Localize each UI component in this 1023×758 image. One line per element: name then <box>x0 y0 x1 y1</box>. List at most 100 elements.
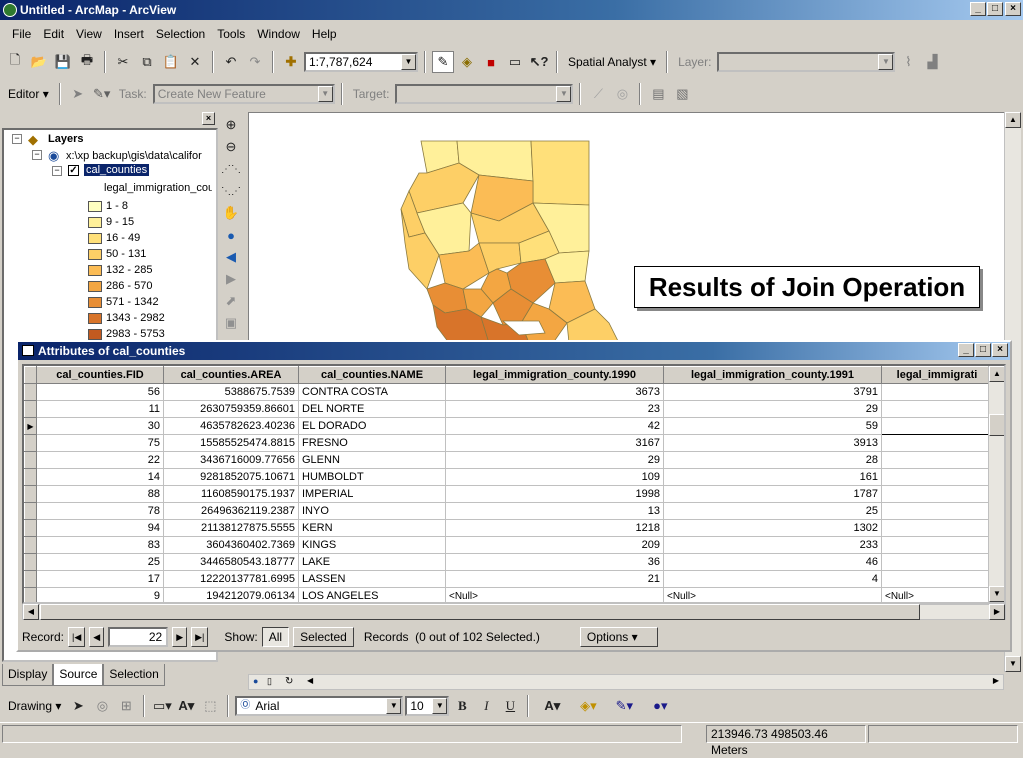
scroll-thumb[interactable] <box>40 604 920 620</box>
font-color-icon[interactable]: A▾ <box>535 695 569 717</box>
copy-icon[interactable]: ⧉ <box>136 51 158 73</box>
underline-icon[interactable]: U <box>499 695 521 717</box>
next-record-icon[interactable]: ▶ <box>172 627 188 647</box>
table-cell[interactable] <box>881 434 993 452</box>
table-cell[interactable]: 25 <box>36 553 164 571</box>
legend-swatch[interactable] <box>88 233 102 244</box>
legend-swatch[interactable] <box>88 281 102 292</box>
table-cell[interactable]: 1998 <box>445 485 664 503</box>
edit-tool-icon[interactable]: ➤ <box>67 83 89 105</box>
table-row[interactable]: 75 15585525474.8815 FRESNO 3167 3913 <box>24 434 993 452</box>
table-cell[interactable] <box>881 570 993 588</box>
options-button[interactable]: Options ▾ <box>579 627 658 647</box>
table-row[interactable]: 25 3446580543.18777 LAKE 36 46 <box>24 553 993 571</box>
marker-color-icon[interactable]: ●▾ <box>643 695 677 717</box>
target-combo[interactable]: ▼ <box>395 84 574 104</box>
row-selector[interactable] <box>24 536 37 554</box>
tab-selection[interactable]: Selection <box>103 664 165 686</box>
table-cell[interactable] <box>881 468 993 486</box>
table-row[interactable]: 83 3604360402.7369 KINGS 209 233 <box>24 536 993 554</box>
table-cell[interactable]: 83 <box>36 536 164 554</box>
table-cell[interactable] <box>881 536 993 554</box>
forward-arrow-icon[interactable]: ▶ <box>220 268 242 290</box>
fixed-zoom-in-icon[interactable]: ⋰⋱ <box>220 158 242 180</box>
column-header[interactable]: cal_counties.AREA <box>163 366 299 384</box>
map-horizontal-scrollbar[interactable]: ● ▯ ↻ ◀ ▶ <box>248 674 1004 690</box>
layers-label[interactable]: Layers <box>48 133 83 145</box>
table-row[interactable]: 17 12220137781.6995 LASSEN 21 4 <box>24 570 993 588</box>
table-row[interactable]: 9 194212079.06134 LOS ANGELES <Null> <Null> <… <box>24 587 993 602</box>
table-cell[interactable]: 109 <box>445 468 664 486</box>
table-cell[interactable]: DEL NORTE <box>298 400 446 418</box>
table-cell[interactable]: 4635782623.40236 <box>163 417 299 435</box>
table-cell[interactable]: 3167 <box>445 434 664 452</box>
attributes-maximize-button[interactable]: □ <box>975 343 991 357</box>
table-cell[interactable]: <Null> <box>445 587 664 602</box>
chevron-down-icon[interactable]: ▼ <box>556 86 572 102</box>
raster-calculator-icon[interactable]: ⌇ <box>897 51 919 73</box>
legend-swatch[interactable] <box>88 265 102 276</box>
editor-menu[interactable]: Editor ▾ <box>4 87 53 101</box>
table-row[interactable]: 78 26496362119.2387 INYO 13 25 <box>24 502 993 520</box>
map-scale-combo[interactable]: 1:7,787,624 ▼ <box>304 52 418 72</box>
table-cell[interactable]: 12220137781.6995 <box>163 570 299 588</box>
table-cell[interactable]: 88 <box>36 485 164 503</box>
row-selector-header[interactable] <box>24 366 37 384</box>
layer-name[interactable]: cal_counties <box>84 164 150 176</box>
scroll-left-icon[interactable]: ◀ <box>23 604 39 620</box>
table-cell[interactable]: FRESNO <box>298 434 446 452</box>
legend-swatch[interactable] <box>88 249 102 260</box>
row-selector[interactable] <box>24 519 37 537</box>
table-cell[interactable]: 1787 <box>663 485 882 503</box>
delete-icon[interactable]: ✕ <box>184 51 206 73</box>
table-cell[interactable]: 1218 <box>445 519 664 537</box>
scroll-thumb[interactable] <box>989 414 1004 436</box>
select-features-icon[interactable]: ⬈ <box>220 290 242 312</box>
table-cell[interactable]: LASSEN <box>298 570 446 588</box>
record-number-input[interactable]: 22 <box>108 627 169 647</box>
table-cell[interactable]: 13 <box>445 502 664 520</box>
row-selector[interactable] <box>24 485 37 503</box>
table-cell[interactable]: INYO <box>298 502 446 520</box>
undo-icon[interactable]: ↶ <box>220 51 242 73</box>
table-cell[interactable]: 22 <box>36 451 164 469</box>
redo-icon[interactable]: ↷ <box>244 51 266 73</box>
table-cell[interactable]: 46 <box>663 553 882 571</box>
maximize-button[interactable]: □ <box>987 2 1003 16</box>
previous-record-icon[interactable]: ◀ <box>89 627 105 647</box>
table-cell[interactable]: 3673 <box>445 383 664 401</box>
table-cell[interactable]: 28 <box>663 451 882 469</box>
row-selector[interactable] <box>24 434 37 452</box>
row-selector[interactable] <box>24 502 37 520</box>
arccatalog-icon[interactable]: ◈ <box>456 51 478 73</box>
scroll-up-icon[interactable]: ▲ <box>989 366 1004 382</box>
scroll-right-icon[interactable]: ▶ <box>993 676 999 685</box>
scroll-right-icon[interactable]: ▶ <box>989 604 1005 620</box>
cut-icon[interactable]: ✂ <box>112 51 134 73</box>
row-selector[interactable] <box>24 451 37 469</box>
table-cell[interactable]: 78 <box>36 502 164 520</box>
bold-icon[interactable]: B <box>451 695 473 717</box>
table-cell[interactable]: 26496362119.2387 <box>163 502 299 520</box>
table-cell[interactable]: IMPERIAL <box>298 485 446 503</box>
attributes-icon[interactable]: ▤ <box>647 83 669 105</box>
table-cell[interactable] <box>881 383 993 401</box>
table-cell[interactable]: 30 <box>36 417 164 435</box>
table-cell[interactable]: 9281852075.10671 <box>163 468 299 486</box>
scroll-up-icon[interactable]: ▲ <box>1005 112 1021 128</box>
menu-tools[interactable]: Tools <box>211 27 251 41</box>
print-icon[interactable]: 🖶 <box>76 51 98 73</box>
last-record-icon[interactable]: ▶| <box>191 627 209 647</box>
select-elements-icon[interactable]: ▣ <box>220 312 242 334</box>
open-folder-icon[interactable]: 📂 <box>28 51 50 73</box>
table-cell[interactable]: 161 <box>663 468 882 486</box>
italic-icon[interactable]: I <box>475 695 497 717</box>
editor-toolbar-icon[interactable]: ✎ <box>432 51 454 73</box>
menu-help[interactable]: Help <box>306 27 343 41</box>
rectangle-icon[interactable]: ▭▾ <box>151 695 173 717</box>
table-cell[interactable] <box>881 451 993 469</box>
font-combo[interactable]: Ⓞ Arial ▼ <box>235 696 404 716</box>
table-row[interactable]: 88 11608590175.1937 IMPERIAL 1998 1787 <box>24 485 993 503</box>
table-row[interactable]: 11 2630759359.86601 DEL NORTE 23 29 <box>24 400 993 418</box>
sketch-properties-icon[interactable]: ▧ <box>671 83 693 105</box>
